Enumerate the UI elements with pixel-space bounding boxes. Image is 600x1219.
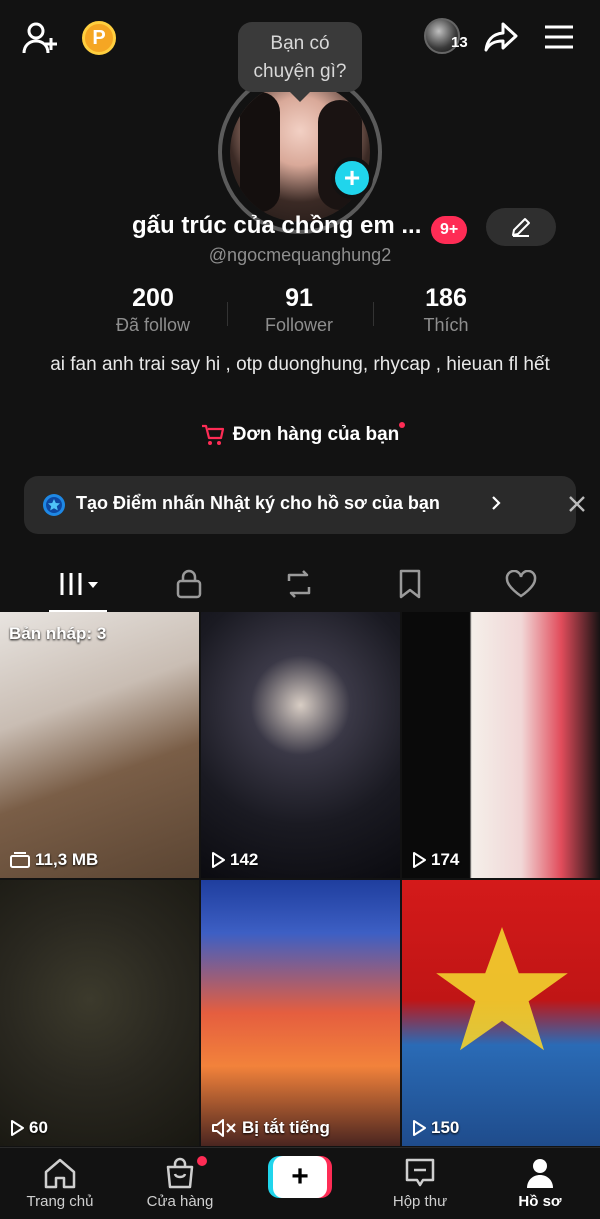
view-count: 174 bbox=[431, 850, 460, 869]
tab-videos[interactable] bbox=[50, 564, 110, 604]
divider bbox=[227, 302, 228, 326]
notification-badge[interactable]: 9+ bbox=[431, 216, 468, 244]
grid-icon bbox=[60, 573, 98, 595]
nav-label: Trang chủ bbox=[26, 1193, 94, 1210]
display-name: gấu trúc của chồng em ... bbox=[132, 212, 422, 239]
story-count: 13 bbox=[451, 34, 468, 51]
play-icon bbox=[212, 852, 225, 868]
stat-following[interactable]: 200 Đã follow bbox=[83, 284, 223, 336]
tab-saved[interactable] bbox=[380, 564, 440, 604]
play-icon bbox=[413, 1120, 426, 1136]
orders-notification-dot bbox=[399, 422, 406, 428]
tab-reposts[interactable] bbox=[269, 564, 329, 604]
muted-icon bbox=[212, 1119, 236, 1137]
nav-home[interactable]: Trang chủ bbox=[5, 1156, 115, 1210]
video-meta: 60 bbox=[10, 1118, 48, 1138]
bottom-nav: Trang chủ Cửa hàng + Hộp thư Hồ sơ bbox=[0, 1147, 600, 1219]
video-meta: 142 bbox=[211, 850, 258, 870]
name-row: gấu trúc của chồng em ... 9+ bbox=[0, 208, 600, 248]
highlight-banner[interactable]: Tạo Điểm nhấn Nhật ký cho hồ sơ của bạn bbox=[24, 476, 585, 534]
nav-label: Hộp thư bbox=[392, 1193, 448, 1210]
video-meta: 174 bbox=[412, 850, 459, 870]
username: @ngocmequanghung2 bbox=[208, 245, 392, 265]
star-shape bbox=[436, 927, 568, 1051]
menu-icon[interactable] bbox=[540, 18, 578, 56]
stat-label: Đã follow bbox=[115, 315, 191, 335]
view-count: 142 bbox=[230, 850, 259, 869]
stat-likes[interactable]: 186 Thích bbox=[376, 284, 516, 336]
video-tile[interactable]: 60 bbox=[0, 880, 199, 1146]
nav-profile[interactable]: Hồ sơ bbox=[485, 1156, 595, 1210]
repost-icon bbox=[287, 570, 311, 598]
stat-label: Follower bbox=[264, 315, 334, 335]
banner-text: Tạo Điểm nhấn Nhật ký cho hồ sơ của bạn bbox=[76, 493, 440, 513]
view-count: 60 bbox=[29, 1118, 48, 1137]
bio-text: ai fan anh trai say hi , otp duonghung, … bbox=[50, 354, 550, 375]
add-friend-icon[interactable] bbox=[20, 18, 60, 58]
video-tile[interactable]: 174 bbox=[402, 612, 600, 878]
stat-value: 91 bbox=[285, 284, 313, 312]
play-icon bbox=[413, 852, 426, 868]
close-icon[interactable] bbox=[562, 489, 592, 519]
tab-liked[interactable] bbox=[491, 564, 551, 604]
shop-notification-dot bbox=[197, 1156, 207, 1166]
video-tile[interactable]: 142 bbox=[201, 612, 400, 878]
edit-profile-button[interactable] bbox=[486, 208, 556, 246]
avatar-image bbox=[230, 82, 370, 222]
orders-link[interactable]: Đơn hàng của bạn bbox=[0, 422, 600, 452]
pencil-icon bbox=[512, 218, 530, 237]
cart-icon bbox=[201, 424, 224, 445]
video-meta: Bị tắt tiếng bbox=[211, 1118, 330, 1138]
muted-label: Bị tắt tiếng bbox=[242, 1118, 330, 1137]
status-bubble[interactable]: Bạn có chuyện gì? bbox=[238, 22, 362, 102]
video-tile-drafts[interactable]: Bản nháp: 3 11,3 MB bbox=[0, 612, 199, 878]
orders-label: Đơn hàng của bạn bbox=[232, 424, 400, 445]
nav-label: Cửa hàng bbox=[146, 1193, 214, 1210]
profile-icon bbox=[527, 1159, 553, 1188]
play-icon bbox=[11, 1120, 24, 1136]
video-tile[interactable]: 150 bbox=[402, 880, 600, 1146]
tab-private[interactable] bbox=[159, 564, 219, 604]
create-button[interactable]: + bbox=[268, 1156, 332, 1198]
chevron-right-icon bbox=[492, 496, 501, 510]
plus-icon: + bbox=[273, 1156, 327, 1198]
draft-label: Bản nháp: 3 bbox=[9, 624, 107, 643]
bookmark-icon bbox=[399, 569, 421, 599]
shop-bag-icon bbox=[166, 1157, 194, 1189]
inbox-icon bbox=[405, 1158, 435, 1187]
star-highlight-icon bbox=[43, 494, 65, 516]
share-icon[interactable] bbox=[482, 18, 520, 56]
home-icon bbox=[44, 1158, 76, 1189]
content-tabs bbox=[0, 556, 600, 612]
nav-inbox[interactable]: Hộp thư bbox=[365, 1156, 475, 1210]
video-meta: 11,3 MB bbox=[10, 850, 98, 870]
divider bbox=[373, 302, 374, 326]
video-meta: 150 bbox=[412, 1118, 459, 1138]
add-story-icon[interactable]: + bbox=[331, 157, 373, 199]
stat-label: Thích bbox=[423, 315, 469, 335]
heart-icon bbox=[505, 570, 537, 598]
stats-row: 200 Đã follow 91 Follower 186 Thích bbox=[0, 284, 600, 340]
draft-icon bbox=[10, 852, 30, 868]
video-tile[interactable]: Bị tắt tiếng bbox=[201, 880, 400, 1146]
view-count: 150 bbox=[431, 1118, 460, 1137]
lock-icon bbox=[176, 569, 202, 599]
stat-followers[interactable]: 91 Follower bbox=[229, 284, 369, 336]
nav-label: Hồ sơ bbox=[518, 1193, 562, 1210]
coin-icon[interactable]: P bbox=[82, 21, 116, 55]
stat-value: 186 bbox=[425, 284, 467, 312]
video-size: 11,3 MB bbox=[35, 850, 99, 869]
stat-value: 200 bbox=[132, 284, 174, 312]
nav-shop[interactable]: Cửa hàng bbox=[125, 1156, 235, 1210]
